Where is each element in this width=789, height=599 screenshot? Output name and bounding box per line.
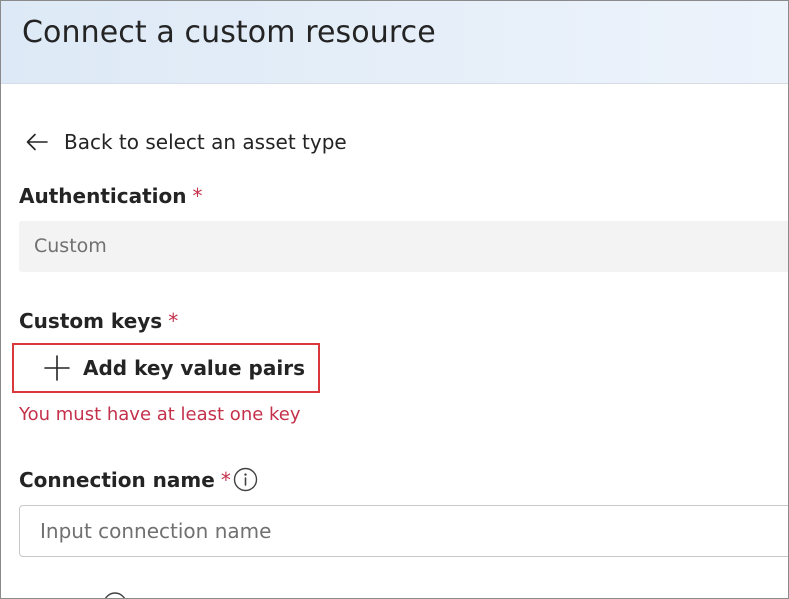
connection-name-input[interactable]	[19, 505, 788, 557]
connection-name-label-text: Connection name	[19, 468, 215, 492]
plus-icon	[44, 355, 70, 381]
authentication-value: Custom	[34, 235, 107, 257]
custom-keys-error: You must have at least one key	[19, 404, 301, 425]
required-marker: *	[168, 309, 179, 333]
required-marker: *	[192, 184, 203, 208]
custom-keys-label-text: Custom keys	[19, 309, 163, 333]
info-icon[interactable]	[102, 591, 128, 599]
authentication-label: Authentication *	[19, 184, 202, 208]
back-link[interactable]: Back to select an asset type	[26, 127, 347, 157]
page-title: Connect a custom resource	[22, 15, 436, 50]
custom-keys-label: Custom keys *	[19, 309, 178, 333]
authentication-label-text: Authentication	[19, 184, 187, 208]
authentication-field: Custom	[19, 221, 788, 272]
required-marker: *	[220, 468, 231, 492]
connection-name-label: Connection name *	[19, 468, 231, 492]
add-key-value-pairs-button[interactable]: Add key value pairs	[12, 343, 320, 393]
info-icon[interactable]	[233, 467, 258, 492]
back-link-label: Back to select an asset type	[64, 130, 347, 154]
panel-header: Connect a custom resource	[1, 1, 788, 84]
arrow-left-icon	[26, 133, 48, 151]
add-key-value-pairs-label: Add key value pairs	[83, 356, 305, 380]
panel: Connect a custom resource Back to select…	[0, 0, 789, 599]
